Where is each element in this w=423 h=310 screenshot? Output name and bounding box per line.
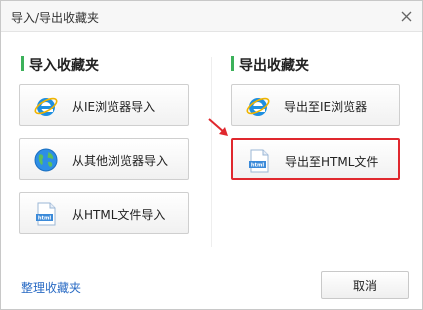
globe-icon	[34, 148, 58, 172]
export-to-html-button[interactable]: html 导出至HTML文件	[231, 138, 400, 180]
close-button[interactable]	[396, 6, 416, 26]
svg-text:html: html	[251, 163, 265, 169]
organize-favorites-link[interactable]: 整理收藏夹	[21, 279, 81, 296]
export-heading: 导出收藏夹	[231, 55, 309, 75]
title-bar: 导入/导出收藏夹	[1, 1, 422, 32]
html-file-icon: html	[36, 202, 56, 226]
window-title: 导入/导出收藏夹	[11, 11, 100, 25]
close-icon	[401, 11, 411, 21]
import-from-ie-label: 从IE浏览器导入	[72, 100, 156, 114]
ie-icon	[34, 97, 58, 116]
favorites-import-export-dialog: 导入/导出收藏夹 导入收藏夹 导出收藏夹 从IE浏览器导入 从其他浏览器导入 h…	[0, 0, 423, 310]
export-to-ie-label: 导出至IE浏览器	[284, 100, 368, 114]
html-file-icon: html	[249, 149, 269, 173]
svg-text:html: html	[38, 216, 52, 222]
section-divider	[211, 57, 212, 247]
import-from-other-browsers-button[interactable]: 从其他浏览器导入	[19, 138, 189, 180]
cancel-button[interactable]: 取消	[321, 271, 409, 299]
import-from-html-label: 从HTML文件导入	[72, 208, 166, 222]
import-heading: 导入收藏夹	[21, 55, 99, 75]
import-from-ie-button[interactable]: 从IE浏览器导入	[19, 84, 189, 126]
import-from-other-browsers-label: 从其他浏览器导入	[72, 154, 169, 168]
red-arrow-icon	[208, 118, 228, 136]
export-to-html-label: 导出至HTML文件	[285, 155, 379, 169]
ie-icon	[246, 97, 270, 116]
export-to-ie-button[interactable]: 导出至IE浏览器	[231, 84, 400, 126]
import-from-html-button[interactable]: html 从HTML文件导入	[19, 192, 189, 234]
